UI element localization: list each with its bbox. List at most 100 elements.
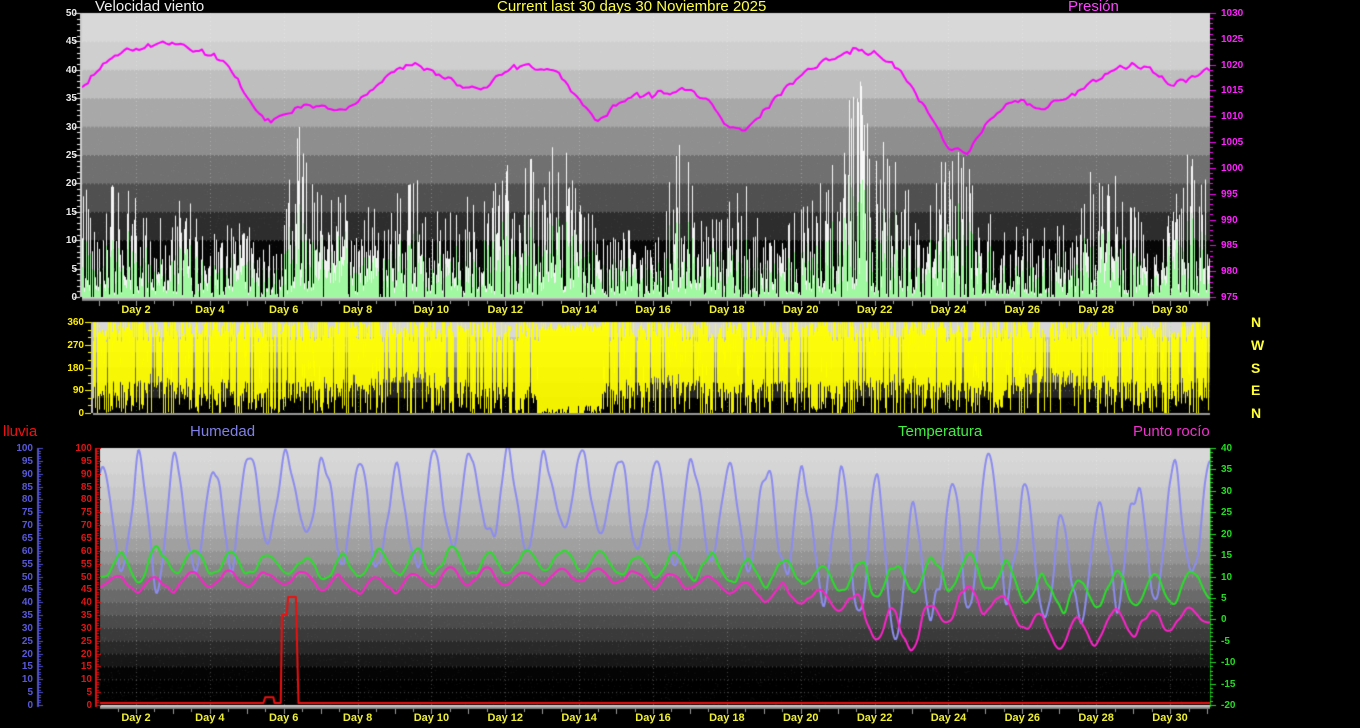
temperature-axis-tick: 20 (1221, 529, 1232, 540)
rain-axis-tick: 100 (75, 443, 92, 454)
rain-axis-tick: 55 (81, 559, 92, 570)
direction-axis-tick: 0 (78, 408, 84, 419)
humidity-axis-tick: 95 (22, 456, 33, 467)
wind-axis-tick: 0 (71, 292, 77, 303)
day-axis-label: Day 28 (1078, 712, 1113, 724)
direction-axis-tick: 180 (67, 363, 84, 374)
wind-axis-tick: 40 (66, 65, 77, 76)
temperature-series-label: Temperatura (898, 424, 982, 440)
day-axis-label: Day 22 (857, 304, 892, 316)
pressure-axis-tick: 1030 (1221, 8, 1243, 19)
rain-axis-tick: 30 (81, 623, 92, 634)
day-axis-label: Day 20 (783, 712, 818, 724)
day-axis-label: Day 26 (1005, 304, 1040, 316)
day-axis-label: Day 12 (488, 712, 523, 724)
day-axis-label: Day 10 (414, 304, 449, 316)
humidity-axis-tick: 80 (22, 494, 33, 505)
pressure-axis-tick: 1025 (1221, 34, 1243, 45)
rain-axis-tick: 35 (81, 610, 92, 621)
humidity-axis-tick: 10 (22, 674, 33, 685)
pressure-axis-tick: 995 (1221, 189, 1238, 200)
direction-axis-tick: 90 (73, 385, 84, 396)
temperature-axis-tick: 25 (1221, 507, 1232, 518)
wind-chart-title: Velocidad viento (95, 0, 204, 15)
wind-axis-tick: 30 (66, 122, 77, 133)
temperature-axis-tick: -20 (1221, 700, 1235, 711)
day-axis-label: Day 22 (857, 712, 892, 724)
wind-axis-tick: 15 (66, 207, 77, 218)
wind-axis-tick: 45 (66, 36, 77, 47)
humidity-axis-tick: 30 (22, 623, 33, 634)
humidity-axis-tick: 15 (22, 661, 33, 672)
wind-axis-tick: 10 (66, 235, 77, 246)
humidity-axis-tick: 100 (16, 443, 33, 454)
rain-axis-tick: 25 (81, 636, 92, 647)
humidity-series-label: Humedad (190, 424, 255, 440)
compass-label: W (1251, 338, 1264, 352)
day-axis-label: Day 16 (635, 712, 670, 724)
pressure-axis-tick: 1000 (1221, 163, 1243, 174)
temperature-axis-tick: 40 (1221, 443, 1232, 454)
day-axis-label: Day 12 (488, 304, 523, 316)
day-axis-label: Day 4 (195, 712, 224, 724)
humidity-axis-tick: 25 (22, 636, 33, 647)
rain-axis-tick: 90 (81, 469, 92, 480)
direction-axis-tick: 270 (67, 340, 84, 351)
day-axis-label: Day 6 (269, 712, 298, 724)
humidity-axis-tick: 90 (22, 469, 33, 480)
rain-axis-tick: 65 (81, 533, 92, 544)
day-axis-label: Day 14 (561, 304, 596, 316)
day-axis-label: Day 14 (561, 712, 596, 724)
pressure-chart-title: Presión (1068, 0, 1119, 15)
humidity-axis-tick: 0 (27, 700, 33, 711)
rain-axis-tick: 50 (81, 572, 92, 583)
day-axis-label: Day 18 (709, 712, 744, 724)
pressure-axis-tick: 980 (1221, 266, 1238, 277)
day-axis-label: Day 24 (931, 304, 966, 316)
compass-label: S (1251, 361, 1260, 375)
day-axis-label: Day 30 (1152, 304, 1187, 316)
wind-axis-tick: 35 (66, 93, 77, 104)
humidity-axis-tick: 50 (22, 572, 33, 583)
day-axis-label: Day 28 (1078, 304, 1113, 316)
wind-axis-tick: 25 (66, 150, 77, 161)
charts-canvas (0, 0, 1360, 728)
humidity-axis-tick: 40 (22, 597, 33, 608)
rain-axis-tick: 70 (81, 520, 92, 531)
dewpoint-series-label: Punto rocío (1133, 424, 1210, 440)
humidity-axis-tick: 65 (22, 533, 33, 544)
temperature-axis-tick: -15 (1221, 679, 1235, 690)
temperature-axis-tick: 35 (1221, 464, 1232, 475)
day-axis-label: Day 8 (343, 304, 372, 316)
rain-series-label: lluvia (3, 424, 37, 440)
day-axis-label: Day 8 (343, 712, 372, 724)
temperature-axis-tick: -5 (1221, 636, 1230, 647)
humidity-axis-tick: 60 (22, 546, 33, 557)
rain-axis-tick: 0 (86, 700, 92, 711)
pressure-axis-tick: 1015 (1221, 85, 1243, 96)
wind-axis-tick: 5 (71, 264, 77, 275)
rain-axis-tick: 10 (81, 674, 92, 685)
rain-axis-tick: 75 (81, 507, 92, 518)
pressure-axis-tick: 1020 (1221, 60, 1243, 71)
day-axis-label: Day 30 (1152, 712, 1187, 724)
rain-axis-tick: 15 (81, 661, 92, 672)
day-axis-label: Day 6 (269, 304, 298, 316)
rain-axis-tick: 95 (81, 456, 92, 467)
day-axis-label: Day 10 (414, 712, 449, 724)
compass-label: N (1251, 315, 1261, 329)
day-axis-label: Day 18 (709, 304, 744, 316)
rain-axis-tick: 45 (81, 584, 92, 595)
day-axis-label: Day 4 (195, 304, 224, 316)
direction-axis-tick: 360 (67, 317, 84, 328)
humidity-axis-tick: 70 (22, 520, 33, 531)
rain-axis-tick: 60 (81, 546, 92, 557)
day-axis-label: Day 26 (1005, 712, 1040, 724)
pressure-axis-tick: 990 (1221, 215, 1238, 226)
compass-label: N (1251, 406, 1261, 420)
pressure-axis-tick: 975 (1221, 292, 1238, 303)
weather-dashboard: Velocidad viento Current last 30 days 30… (0, 0, 1360, 728)
temperature-axis-tick: 0 (1221, 614, 1227, 625)
pressure-axis-tick: 1010 (1221, 111, 1243, 122)
temperature-axis-tick: 5 (1221, 593, 1227, 604)
